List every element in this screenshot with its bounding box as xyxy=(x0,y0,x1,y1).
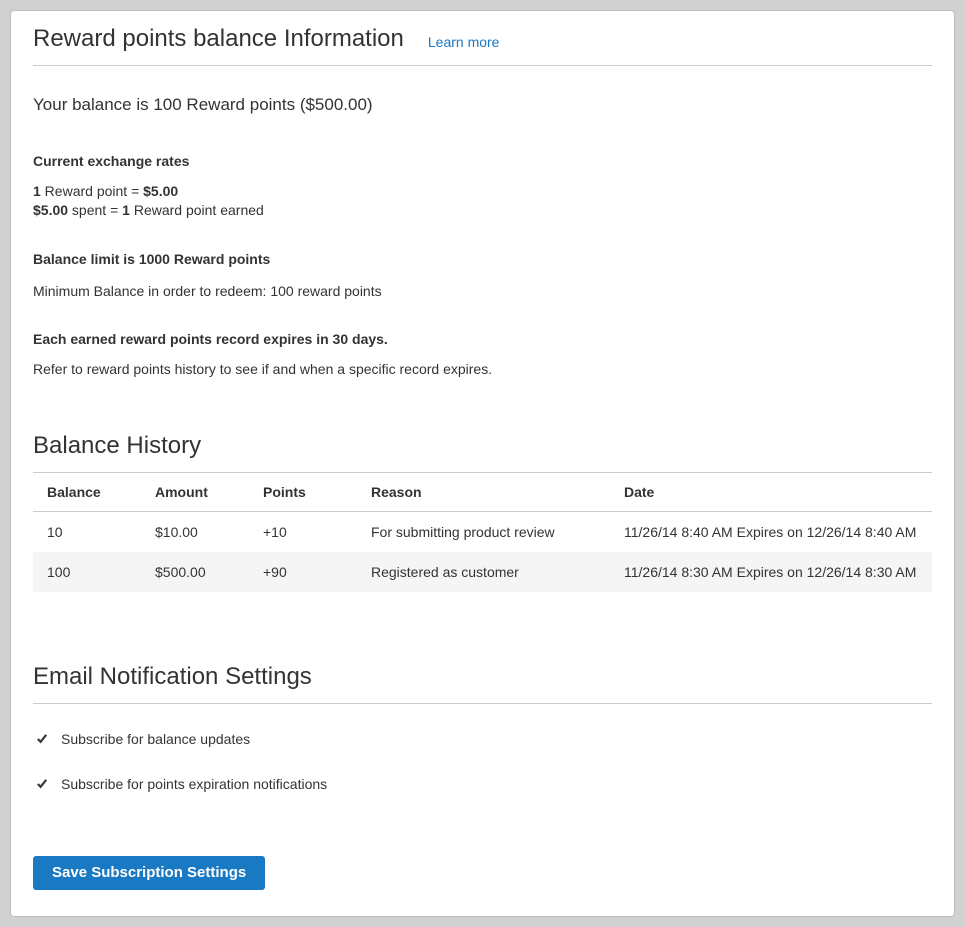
table-header-row: Balance Amount Points Reason Date xyxy=(33,473,932,512)
email-settings-title: Email Notification Settings xyxy=(33,662,932,692)
exchange-rates-heading: Current exchange rates xyxy=(33,153,932,169)
column-header-points: Points xyxy=(249,473,357,512)
exchange-rates: 1 Reward point = $5.00 $5.00 spent = 1 R… xyxy=(33,182,932,220)
column-header-reason: Reason xyxy=(357,473,610,512)
rate2-points: 1 xyxy=(122,202,130,218)
checkbox-row-balance-updates[interactable]: Subscribe for balance updates xyxy=(35,731,932,747)
cell-reason: Registered as customer xyxy=(357,552,610,592)
reward-info-card: Reward points balance Information Learn … xyxy=(10,10,955,917)
balance-history-table: Balance Amount Points Reason Date 10 $10… xyxy=(33,473,932,592)
rate1-points: 1 xyxy=(33,183,41,199)
email-settings-divider xyxy=(33,703,932,704)
expiry-note: Refer to reward points history to see if… xyxy=(33,361,932,377)
rate1-line: 1 Reward point = $5.00 xyxy=(33,183,178,199)
cell-date: 11/26/14 8:40 AM Expires on 12/26/14 8:4… xyxy=(610,512,932,553)
cell-reason: For submitting product review xyxy=(357,512,610,553)
table-row: 10 $10.00 +10 For submitting product rev… xyxy=(33,512,932,553)
learn-more-link[interactable]: Learn more xyxy=(428,34,500,50)
cell-points: +90 xyxy=(249,552,357,592)
column-header-amount: Amount xyxy=(141,473,249,512)
expiration-notifications-checkbox[interactable] xyxy=(35,777,49,791)
balance-limit-text: Balance limit is 1000 Reward points xyxy=(33,251,932,267)
min-balance-text: Minimum Balance in order to redeem: 100 … xyxy=(33,283,932,299)
balance-updates-label: Subscribe for balance updates xyxy=(61,731,250,747)
rate1-money: $5.00 xyxy=(143,183,178,199)
rate1-middle: Reward point = xyxy=(41,183,143,199)
rate2-tail: Reward point earned xyxy=(130,202,264,218)
cell-balance: 10 xyxy=(33,512,141,553)
page-header: Reward points balance Information Learn … xyxy=(33,24,932,54)
expiry-heading: Each earned reward points record expires… xyxy=(33,331,932,347)
balance-history-title: Balance History xyxy=(33,431,932,461)
rate2-money: $5.00 xyxy=(33,202,68,218)
rate2-middle: spent = xyxy=(68,202,122,218)
table-row: 100 $500.00 +90 Registered as customer 1… xyxy=(33,552,932,592)
checkbox-row-expiration-notifications[interactable]: Subscribe for points expiration notifica… xyxy=(35,776,932,792)
balance-updates-checkbox[interactable] xyxy=(35,732,49,746)
column-header-date: Date xyxy=(610,473,932,512)
rate2-line: $5.00 spent = 1 Reward point earned xyxy=(33,202,264,218)
title-divider xyxy=(33,65,932,66)
cell-amount: $500.00 xyxy=(141,552,249,592)
page-title: Reward points balance Information xyxy=(33,24,404,54)
cell-amount: $10.00 xyxy=(141,512,249,553)
balance-summary: Your balance is 100 Reward points ($500.… xyxy=(33,95,932,115)
cell-balance: 100 xyxy=(33,552,141,592)
column-header-balance: Balance xyxy=(33,473,141,512)
expiration-notifications-label: Subscribe for points expiration notifica… xyxy=(61,776,327,792)
save-subscription-button[interactable]: Save Subscription Settings xyxy=(33,856,265,890)
cell-points: +10 xyxy=(249,512,357,553)
cell-date: 11/26/14 8:30 AM Expires on 12/26/14 8:3… xyxy=(610,552,932,592)
